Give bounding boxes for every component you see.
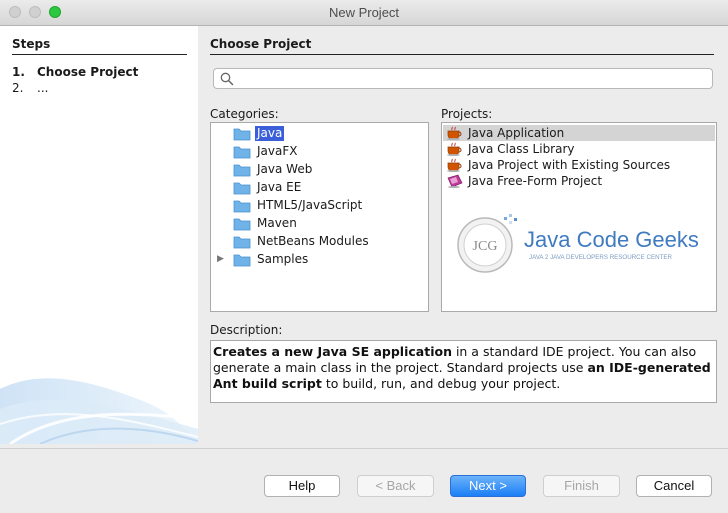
category-item-netbeans-modules[interactable]: NetBeans Modules (211, 233, 428, 251)
folder-icon (233, 127, 251, 144)
divider (0, 448, 728, 449)
project-label: Java Class Library (468, 142, 575, 156)
description-body: to build, run, and debug your project. (321, 376, 561, 391)
finish-button[interactable]: Finish (543, 475, 620, 497)
project-item-java-class-library[interactable]: Java Class Library (442, 141, 716, 157)
folder-icon (233, 181, 251, 198)
folder-icon (233, 235, 251, 252)
folder-icon (233, 217, 251, 234)
category-item-html5-javascript[interactable]: HTML5/JavaScript (211, 197, 428, 215)
description-label: Description: (210, 323, 283, 337)
watermark-brand-text: Java Code Geeks (524, 227, 699, 252)
search-input[interactable] (213, 68, 713, 89)
help-button[interactable]: Help (264, 475, 340, 497)
category-label: Java EE (257, 180, 302, 194)
window-title: New Project (328, 5, 400, 20)
categories-list[interactable]: Java JavaFX Java Web Java EE HTML5/JavaS… (210, 122, 429, 312)
category-label: HTML5/JavaScript (257, 198, 363, 212)
step-item-choose-project: 1. Choose Project (12, 65, 138, 79)
category-label: Samples (257, 252, 309, 266)
category-item-java-web[interactable]: Java Web (211, 161, 428, 179)
category-item-samples[interactable]: ▶ Samples (211, 251, 428, 269)
category-label: JavaFX (257, 144, 298, 158)
category-label: Maven (257, 216, 297, 230)
project-label: Java Application (468, 126, 565, 140)
category-item-java[interactable]: Java (211, 125, 428, 143)
cancel-button[interactable]: Cancel (636, 475, 712, 497)
description-text: Creates a new Java SE application in a s… (210, 340, 717, 403)
folder-icon (233, 163, 251, 180)
project-label: Java Free-Form Project (468, 174, 603, 188)
folder-icon (233, 199, 251, 216)
next-button[interactable]: Next > (450, 475, 526, 497)
search-icon (220, 72, 234, 86)
step-number: 2. (12, 81, 24, 95)
category-item-javafx[interactable]: JavaFX (211, 143, 428, 161)
steps-panel: Steps 1. Choose Project 2.... (0, 26, 198, 444)
window-titlebar: New Project (0, 0, 728, 26)
category-label: Java Web (257, 162, 313, 176)
step-label: Choose Project (37, 65, 139, 79)
folder-icon (233, 145, 251, 162)
category-item-maven[interactable]: Maven (211, 215, 428, 233)
step-item-next: 2.... (12, 81, 48, 95)
decorative-swoosh-graphic (0, 378, 198, 444)
category-item-java-ee[interactable]: Java EE (211, 179, 428, 197)
project-item-java-existing-sources[interactable]: Java Project with Existing Sources (442, 157, 716, 173)
java-code-geeks-watermark: JCG Java Code Geeks JAVA 2 JAVA DEVELOPE… (457, 214, 699, 273)
project-item-java-free-form[interactable]: Java Free-Form Project (442, 173, 716, 189)
watermark-logo-text: JCG (473, 239, 498, 254)
coffee-cup-free-form-icon (446, 174, 464, 191)
watermark-tagline-text: JAVA 2 JAVA DEVELOPERS RESOURCE CENTER (529, 254, 672, 261)
category-label: NetBeans Modules (257, 234, 369, 248)
folder-icon (233, 253, 251, 270)
project-label: Java Project with Existing Sources (468, 158, 671, 172)
description-highlight: Creates a new Java SE application (213, 344, 452, 359)
project-item-java-application[interactable]: Java Application (442, 125, 716, 141)
projects-label: Projects: (441, 107, 493, 121)
step-number: 1. (12, 65, 25, 79)
category-label: Java (255, 126, 285, 141)
back-button[interactable]: < Back (357, 475, 434, 497)
step-label: ... (37, 81, 49, 95)
steps-title: Steps (12, 37, 187, 55)
expand-arrow-icon[interactable]: ▶ (217, 254, 224, 264)
page-title: Choose Project (210, 37, 714, 55)
categories-label: Categories: (210, 107, 279, 121)
projects-list[interactable]: Java Application Java Class Library Java… (441, 122, 717, 312)
